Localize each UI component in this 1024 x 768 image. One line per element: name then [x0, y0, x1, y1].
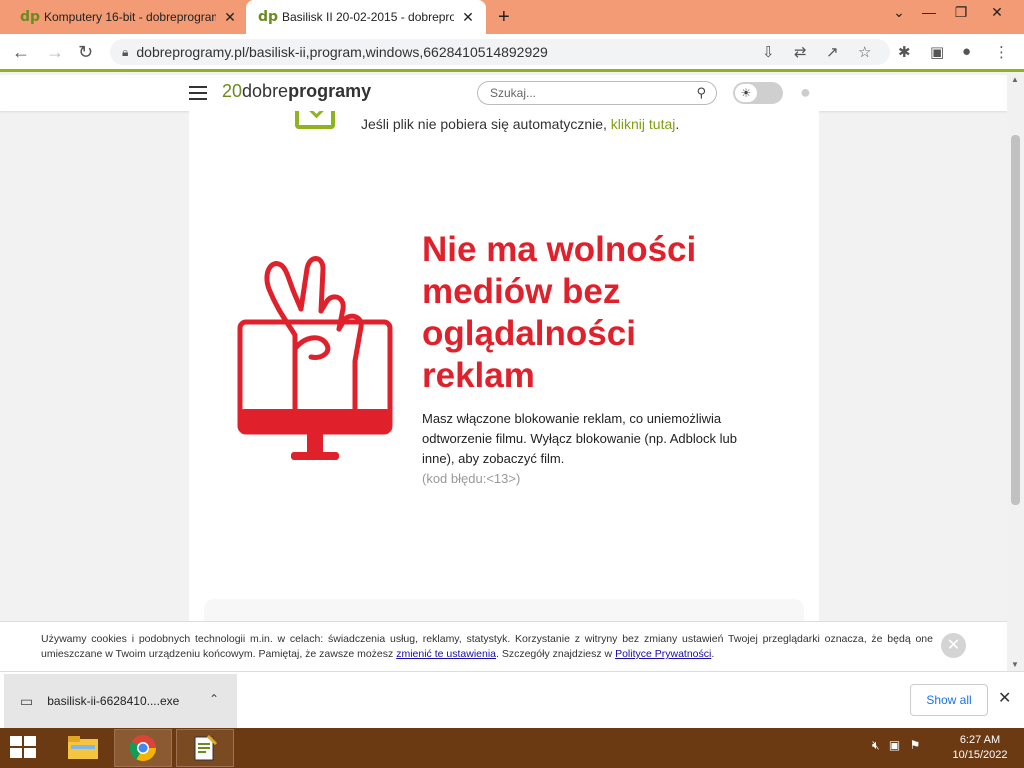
- download-icon: [295, 111, 335, 129]
- system-clock[interactable]: 6:27 AM 10/15/2022: [940, 733, 1020, 763]
- download-shelf: ▭ basilisk-ii-6628410....exe ⌃ Show all …: [0, 671, 1024, 728]
- site-logo[interactable]: 20dobreprogramy: [222, 81, 371, 102]
- notepad-plus-icon[interactable]: [176, 729, 234, 767]
- close-tab-icon[interactable]: ✕: [222, 9, 238, 26]
- download-note-end: .: [675, 116, 680, 132]
- network-icon[interactable]: ▣: [889, 738, 900, 752]
- install-icon[interactable]: ⇩: [762, 43, 775, 61]
- reload-icon[interactable]: ↻: [78, 42, 93, 63]
- show-all-button[interactable]: Show all: [910, 684, 988, 716]
- dp-favicon-icon: dp: [20, 9, 41, 25]
- download-note-text: Jeśli plik nie pobiera się automatycznie…: [361, 116, 611, 132]
- content-card: [204, 599, 804, 621]
- window-close-icon[interactable]: ✕: [982, 4, 1012, 21]
- bookmark-star-icon[interactable]: ☆: [858, 43, 871, 61]
- adblock-headline: Nie ma wolności mediów bez oglądalności …: [422, 230, 697, 395]
- tab-strip: dp Komputery 16-bit - dobreprogramy ✕ dp…: [0, 0, 1024, 34]
- close-tab-icon[interactable]: ✕: [460, 9, 476, 26]
- windows-start-icon[interactable]: [10, 736, 38, 760]
- page-scrollbar[interactable]: ▲ ▼: [1007, 75, 1024, 671]
- download-note: Jeśli plik nie pobiera się automatycznie…: [361, 116, 679, 132]
- system-tray: 🔇︎ ▣ ⚑: [872, 738, 920, 753]
- change-settings-link[interactable]: zmienić te ustawienia: [396, 648, 496, 660]
- close-shelf-icon[interactable]: ✕: [998, 688, 1011, 708]
- cookie-banner: Używamy cookies i podobnych technologii …: [0, 621, 1007, 671]
- extensions-icon[interactable]: ✱: [898, 43, 911, 61]
- tab-title: Basilisk II 20-02-2015 - dobreprogramy: [282, 10, 454, 24]
- search-placeholder: Szukaj...: [490, 86, 537, 100]
- scroll-up-icon[interactable]: ▲: [1011, 75, 1019, 84]
- menu-dots-icon[interactable]: ⋮: [994, 43, 1009, 61]
- profile-icon[interactable]: ●: [962, 43, 971, 60]
- error-code: (kod błędu:<13>): [422, 471, 521, 486]
- tab-search-icon[interactable]: ⌄: [884, 4, 914, 21]
- forward-icon[interactable]: →: [46, 42, 64, 63]
- share-icon[interactable]: ↗: [826, 43, 839, 61]
- speaker-muted-icon[interactable]: 🔇︎: [872, 738, 880, 752]
- privacy-policy-link[interactable]: Polityce Prywatności: [615, 648, 711, 660]
- browser-toolbar: ← → ↻ 🔒︎ dobreprogramy.pl/basilisk-ii,pr…: [0, 34, 1024, 72]
- file-explorer-icon[interactable]: [54, 729, 112, 767]
- clock-time: 6:27 AM: [959, 734, 1001, 746]
- tab-basilisk-ii[interactable]: dp Basilisk II 20-02-2015 - dobreprogram…: [246, 0, 486, 34]
- sun-icon: ☀: [735, 84, 757, 102]
- cookie-text: Używamy cookies i podobnych technologii …: [41, 632, 933, 662]
- main-content: Jeśli plik nie pobiera się automatycznie…: [189, 111, 819, 621]
- theme-toggle[interactable]: ☀: [733, 82, 783, 104]
- logo-bold: programy: [288, 81, 372, 101]
- flag-icon[interactable]: ⚑: [910, 738, 921, 752]
- tab-komputery-16-bit[interactable]: dp Komputery 16-bit - dobreprogramy ✕: [8, 0, 246, 34]
- victory-hand-monitor-icon: [237, 256, 393, 460]
- dp-favicon-icon: dp: [258, 9, 279, 25]
- scrollbar-thumb[interactable]: [1011, 135, 1020, 505]
- windows-taskbar: 🔇︎ ▣ ⚑ 6:27 AM 10/15/2022: [0, 728, 1024, 768]
- lock-icon: 🔒︎: [122, 44, 129, 59]
- search-input[interactable]: Szukaj... ⚲: [477, 81, 717, 105]
- logo-light: dobre: [242, 81, 289, 101]
- side-panel-icon[interactable]: ▣: [930, 43, 944, 61]
- restore-icon[interactable]: ❐: [946, 4, 976, 21]
- hamburger-menu-icon[interactable]: [189, 86, 207, 100]
- cookie-text-part: . Szczegóły znajdziesz w: [496, 648, 616, 660]
- translate-icon[interactable]: ⇄: [794, 43, 807, 61]
- download-filename: basilisk-ii-6628410....exe: [47, 694, 180, 708]
- chevron-up-icon[interactable]: ⌃: [209, 692, 219, 706]
- chrome-icon[interactable]: [114, 729, 172, 767]
- exe-file-icon: ▭: [20, 692, 34, 709]
- logo-number: 20: [222, 81, 243, 101]
- download-link[interactable]: kliknij tutaj: [611, 116, 676, 132]
- cookie-close-button[interactable]: ✕: [941, 633, 966, 658]
- back-icon[interactable]: ←: [12, 42, 30, 63]
- minimize-icon[interactable]: —: [914, 4, 944, 20]
- adblock-message: Masz włączone blokowanie reklam, co unie…: [422, 411, 737, 466]
- url-text: dobreprogramy.pl/basilisk-ii,program,win…: [136, 44, 548, 60]
- clock-date: 10/15/2022: [952, 749, 1008, 761]
- download-item[interactable]: ▭ basilisk-ii-6628410....exe ⌃: [4, 674, 237, 728]
- search-icon[interactable]: ⚲: [696, 85, 706, 101]
- user-icon[interactable]: ●: [800, 82, 820, 104]
- tab-title: Komputery 16-bit - dobreprogramy: [44, 10, 216, 24]
- site-header: 20dobreprogramy Szukaj... ⚲ ☀ ●: [0, 75, 1007, 111]
- scroll-down-icon[interactable]: ▼: [1011, 660, 1019, 669]
- cookie-text-part: .: [711, 648, 715, 660]
- new-tab-button[interactable]: +: [498, 6, 510, 29]
